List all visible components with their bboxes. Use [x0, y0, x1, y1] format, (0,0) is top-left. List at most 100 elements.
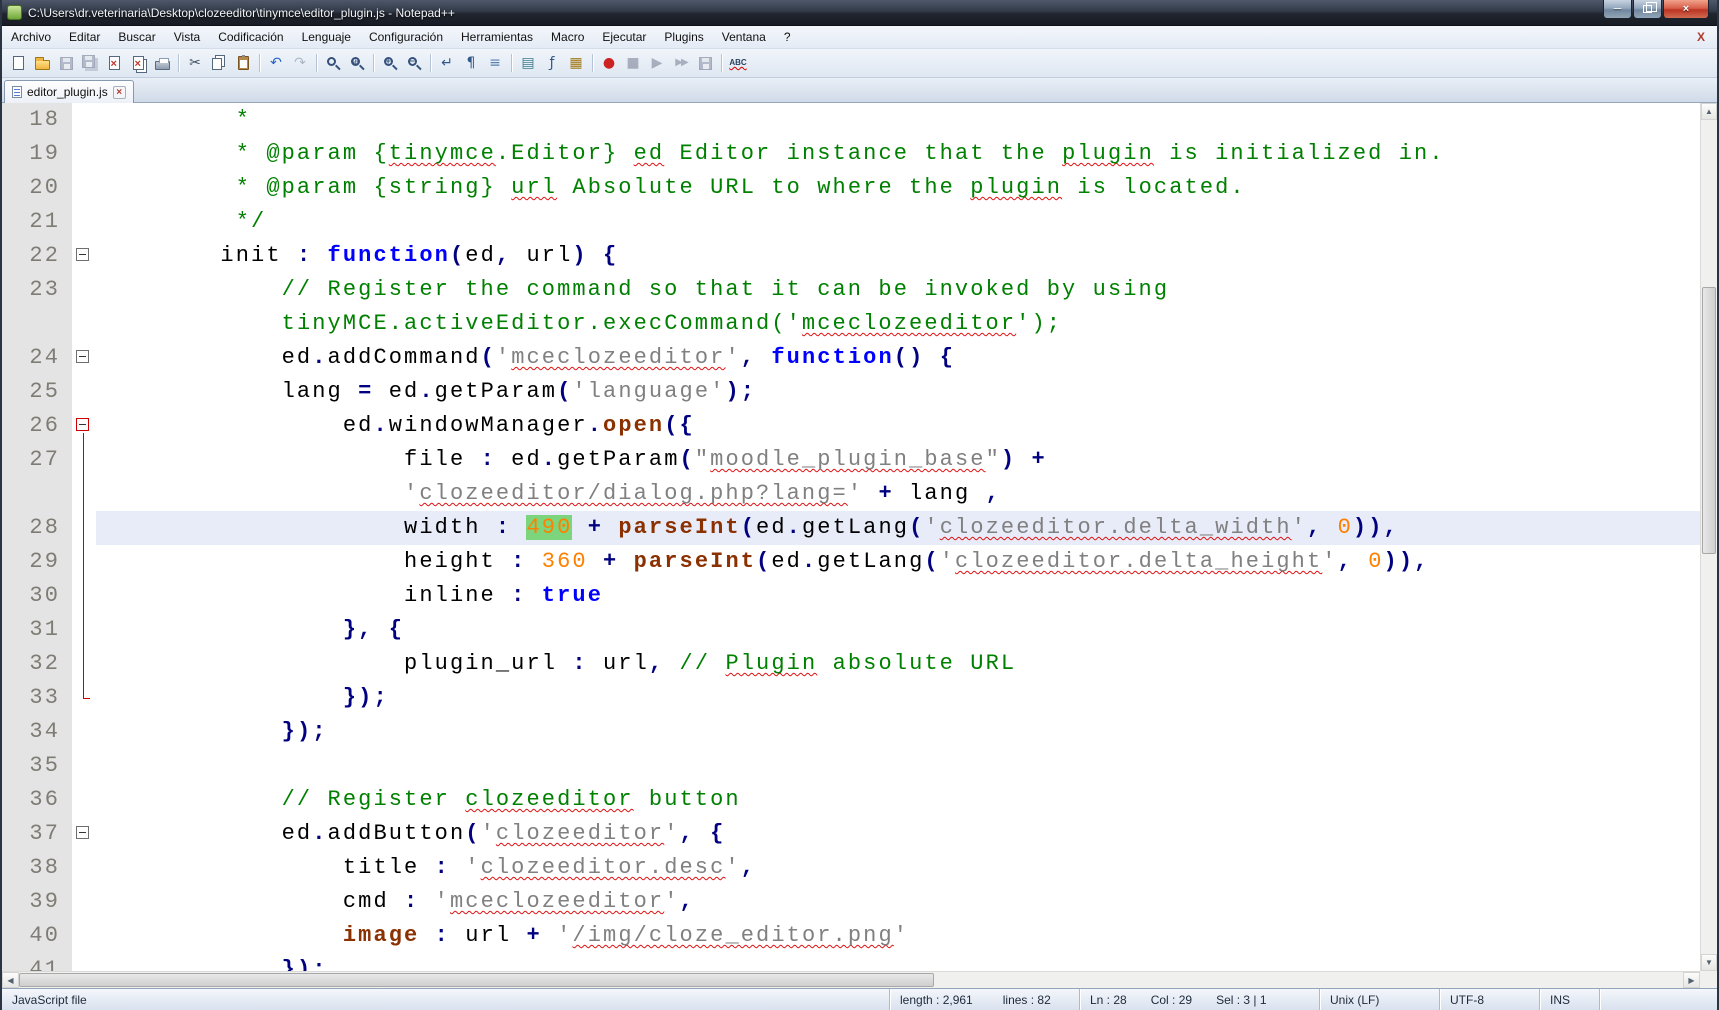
- code-row-18[interactable]: 18 *: [2, 103, 1700, 137]
- code-row-29[interactable]: 29 height : 360 + parseInt(ed.getLang('c…: [2, 545, 1700, 579]
- menu-item-ejecutar[interactable]: Ejecutar: [593, 26, 655, 48]
- code-row-25[interactable]: 25 lang = ed.getParam('language');: [2, 375, 1700, 409]
- code-line: *: [96, 103, 1700, 137]
- fold-toggle[interactable]: [72, 409, 96, 443]
- menu-item-archivo[interactable]: Archivo: [2, 26, 60, 48]
- horizontal-scroll-track[interactable]: [19, 972, 1683, 988]
- title-bar[interactable]: C:\Users\dr.veterinaria\Desktop\clozeedi…: [2, 0, 1717, 26]
- start-recording-button[interactable]: ●: [597, 51, 621, 75]
- status-encoding[interactable]: UTF-8: [1439, 989, 1539, 1010]
- code-row-33[interactable]: 33 });: [2, 681, 1700, 715]
- code-row-30[interactable]: 30 inline : true: [2, 579, 1700, 613]
- minimize-button[interactable]: ─: [1603, 0, 1632, 19]
- code-row-40[interactable]: 40 image : url + '/img/cloze_editor.png': [2, 919, 1700, 953]
- find-button[interactable]: [321, 51, 345, 75]
- code-row-24[interactable]: 24 ed.addCommand('mceclozeeditor', funct…: [2, 341, 1700, 375]
- code-row-31[interactable]: 31 }, {: [2, 613, 1700, 647]
- code-row-19[interactable]: 19 * @param {tinymce.Editor} ed Editor i…: [2, 137, 1700, 171]
- code-token: ": [695, 447, 710, 472]
- folder-as-workspace-button[interactable]: ▦: [564, 51, 588, 75]
- cut-button[interactable]: ✂: [183, 51, 207, 75]
- fold-toggle[interactable]: [72, 239, 96, 273]
- close-file-button[interactable]: [102, 51, 126, 75]
- menu-item-herramientas[interactable]: Herramientas: [452, 26, 542, 48]
- code-row-27[interactable]: 27 file : ed.getParam("moodle_plugin_bas…: [2, 443, 1700, 477]
- code-row-37[interactable]: 37 ed.addButton('clozeeditor', {: [2, 817, 1700, 851]
- code-row-28[interactable]: 28 width : 490 + parseInt(ed.getLang('cl…: [2, 511, 1700, 545]
- open-file-button[interactable]: [30, 51, 54, 75]
- horizontal-scroll-thumb[interactable]: [19, 973, 934, 987]
- status-insert-mode[interactable]: INS: [1539, 989, 1599, 1010]
- code-row-35[interactable]: 35: [2, 749, 1700, 783]
- line-number: 41: [2, 953, 72, 971]
- scroll-up-button[interactable]: ▲: [1701, 103, 1717, 120]
- menu-item-buscar[interactable]: Buscar: [109, 26, 164, 48]
- code-token: ) {: [572, 243, 618, 268]
- code-row-32[interactable]: 32 plugin_url : url, // Plugin absolute …: [2, 647, 1700, 681]
- menu-close-button[interactable]: X: [1685, 26, 1717, 48]
- menu-item-vista[interactable]: Vista: [165, 26, 209, 48]
- word-wrap-button[interactable]: ↵: [435, 51, 459, 75]
- code-row-38[interactable]: 38 title : 'clozeeditor.desc',: [2, 851, 1700, 885]
- code-token: :: [481, 447, 512, 472]
- function-list-button[interactable]: ƒ: [540, 51, 564, 75]
- scroll-down-button[interactable]: ▼: [1701, 954, 1717, 971]
- menu-item-macro[interactable]: Macro: [542, 26, 593, 48]
- menu-item-help[interactable]: ?: [775, 26, 800, 48]
- print-button[interactable]: [150, 51, 174, 75]
- fold-toggle[interactable]: [72, 817, 96, 851]
- horizontal-scrollbar[interactable]: ◀ ▶: [2, 971, 1700, 988]
- code-row-20[interactable]: 20 * @param {string} url Absolute URL to…: [2, 171, 1700, 205]
- show-all-characters-button[interactable]: ¶: [459, 51, 483, 75]
- code-row-wrap[interactable]: tinyMCE.activeEditor.execCommand('mceclo…: [2, 307, 1700, 341]
- code-row-22[interactable]: 22 init : function(ed, url) {: [2, 239, 1700, 273]
- tab-editor-plugin-js[interactable]: editor_plugin.js ×: [4, 80, 134, 103]
- code-token: moodle_plugin_base: [710, 447, 985, 472]
- zoom-in-icon: [384, 57, 393, 66]
- close-all-button[interactable]: [126, 51, 150, 75]
- fold-margin: [72, 613, 96, 647]
- maximize-button[interactable]: [1633, 0, 1662, 19]
- vertical-scroll-thumb[interactable]: [1702, 287, 1716, 554]
- undo-button[interactable]: ↶: [264, 51, 288, 75]
- indent-guide-button[interactable]: ≡: [483, 51, 507, 75]
- code-row-wrap[interactable]: 'clozeeditor/dialog.php?lang=' + lang ,: [2, 477, 1700, 511]
- menu-item-ventana[interactable]: Ventana: [713, 26, 775, 48]
- vertical-scroll-track[interactable]: [1701, 120, 1717, 954]
- window-controls: ─ ×: [1602, 0, 1709, 19]
- code-row-34[interactable]: 34 });: [2, 715, 1700, 749]
- code-row-26[interactable]: 26 ed.windowManager.open({: [2, 409, 1700, 443]
- tab-close-button[interactable]: ×: [113, 86, 126, 99]
- code-row-39[interactable]: 39 cmd : 'mceclozeeditor',: [2, 885, 1700, 919]
- menu-item-plugins[interactable]: Plugins: [655, 26, 712, 48]
- scroll-right-button[interactable]: ▶: [1683, 972, 1700, 988]
- fold-margin: [72, 545, 96, 579]
- code-token: (: [756, 549, 771, 574]
- spell-check-button[interactable]: ABC: [726, 51, 750, 75]
- menu-item-editar[interactable]: Editar: [60, 26, 109, 48]
- code-token: function: [328, 243, 450, 268]
- code-token: file: [98, 447, 481, 472]
- fold-margin: [72, 783, 96, 817]
- scroll-left-button[interactable]: ◀: [2, 972, 19, 988]
- zoom-in-button[interactable]: [378, 51, 402, 75]
- menu-item-lenguaje[interactable]: Lenguaje: [293, 26, 360, 48]
- zoom-out-button[interactable]: [402, 51, 426, 75]
- menu-item-configuracion[interactable]: Configuración: [360, 26, 452, 48]
- copy-button[interactable]: [207, 51, 231, 75]
- document-map-button[interactable]: ▤: [516, 51, 540, 75]
- code-rows[interactable]: 18 *19 * @param {tinymce.Editor} ed Edit…: [2, 103, 1700, 971]
- menu-item-codificacion[interactable]: Codificación: [209, 26, 292, 48]
- vertical-scrollbar[interactable]: ▲ ▼: [1700, 103, 1717, 971]
- replace-button[interactable]: [345, 51, 369, 75]
- status-eol-format[interactable]: Unix (LF): [1319, 989, 1439, 1010]
- fold-toggle[interactable]: [72, 341, 96, 375]
- code-row-36[interactable]: 36 // Register clozeeditor button: [2, 783, 1700, 817]
- code-row-41[interactable]: 41 });: [2, 953, 1700, 971]
- code-row-21[interactable]: 21 */: [2, 205, 1700, 239]
- code-row-23[interactable]: 23 // Register the command so that it ca…: [2, 273, 1700, 307]
- close-button[interactable]: ×: [1663, 0, 1709, 19]
- paste-button[interactable]: [231, 51, 255, 75]
- new-file-button[interactable]: [6, 51, 30, 75]
- code-line: tinyMCE.activeEditor.execCommand('mceclo…: [96, 307, 1700, 341]
